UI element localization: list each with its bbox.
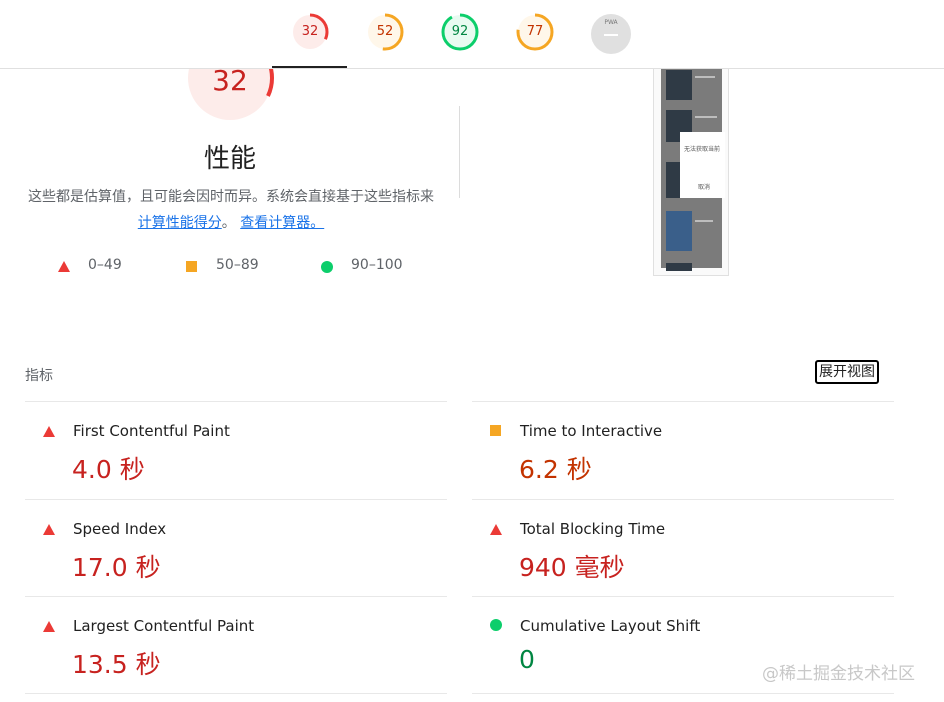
- metric-largest-contentful-paint: Largest Contentful Paint 13.5 秒: [25, 597, 447, 693]
- metric-first-contentful-paint: First Contentful Paint 4.0 秒: [25, 402, 447, 498]
- thumb-dialog: 无法获取当前 取消: [680, 132, 725, 198]
- fail-triangle-icon: [43, 621, 55, 632]
- metric-name: First Contentful Paint: [73, 422, 230, 440]
- watermark: @稀土掘金技术社区: [762, 664, 915, 684]
- metric-name: Total Blocking Time: [520, 520, 666, 538]
- best-practices-score: 92: [451, 24, 469, 39]
- fail-triangle-icon: [58, 261, 70, 272]
- section-divider: [459, 106, 460, 198]
- metric-time-to-interactive: Time to Interactive 6.2 秒: [472, 402, 894, 498]
- score-header: 32 52 92 77 PWA: [0, 0, 944, 69]
- average-square-icon: [490, 425, 501, 436]
- metric-value: 13.5 秒: [72, 650, 161, 679]
- average-square-icon: [186, 261, 197, 272]
- metric-value: 0: [519, 645, 535, 674]
- performance-gauge[interactable]: 32: [290, 12, 330, 52]
- metric-value: 940 毫秒: [519, 553, 625, 582]
- metric-value: 4.0 秒: [72, 455, 145, 484]
- seo-gauge[interactable]: 77: [515, 12, 555, 52]
- thumb-image: [666, 70, 692, 100]
- metric-name: Time to Interactive: [520, 422, 663, 440]
- accessibility-score: 52: [376, 24, 394, 39]
- calculator-link[interactable]: 查看计算器。: [240, 215, 324, 231]
- fail-triangle-icon: [43, 426, 55, 437]
- pwa-label: PWA: [604, 19, 618, 26]
- active-gauge-underline: [272, 66, 347, 68]
- description-separator: 。: [221, 215, 241, 231]
- fail-triangle-icon: [43, 524, 55, 535]
- best-practices-gauge[interactable]: 92: [440, 12, 480, 52]
- metrics-heading: 指标: [25, 368, 53, 384]
- pass-circle-icon: [490, 619, 502, 631]
- accessibility-gauge[interactable]: 52: [365, 12, 405, 52]
- metric-name: Speed Index: [73, 520, 167, 538]
- pass-circle-icon: [321, 261, 333, 273]
- row-divider: [472, 693, 894, 694]
- thumb-text-line: [695, 116, 717, 118]
- legend-average-label: 50–89: [216, 257, 259, 273]
- thumb-dialog-text: 无法获取当前: [684, 146, 721, 153]
- thumb-dialog-close: 取消: [698, 184, 711, 191]
- description-text: 这些都是估算值，且可能会因时而异。系统会直接基于这些指标来: [28, 189, 434, 205]
- performance-title: 性能: [203, 144, 256, 174]
- thumb-image: [666, 263, 692, 271]
- expand-view-button[interactable]: 展开视图: [815, 360, 879, 384]
- metric-name: Largest Contentful Paint: [73, 617, 255, 635]
- metric-total-blocking-time: Total Blocking Time 940 毫秒: [472, 500, 894, 596]
- metric-speed-index: Speed Index 17.0 秒: [25, 500, 447, 596]
- pwa-badge[interactable]: PWA: [591, 14, 631, 54]
- metric-value: 6.2 秒: [519, 455, 592, 484]
- seo-score: 77: [526, 24, 544, 39]
- fail-triangle-icon: [490, 524, 502, 535]
- score-calc-link[interactable]: 计算性能得分: [138, 215, 222, 231]
- thumb-text-line: [695, 76, 715, 78]
- legend-fail-label: 0–49: [88, 257, 122, 273]
- performance-score: 32: [301, 24, 319, 39]
- legend-pass-label: 90–100: [351, 257, 403, 273]
- metric-value: 17.0 秒: [72, 553, 161, 582]
- pwa-dash-icon: [604, 34, 618, 36]
- performance-description: 这些都是估算值，且可能会因时而异。系统会直接基于这些指标来计算性能得分。 查看计…: [25, 184, 437, 236]
- row-divider: [25, 693, 447, 694]
- thumb-text-line: [695, 220, 713, 222]
- metric-name: Cumulative Layout Shift: [520, 617, 701, 635]
- final-screenshot-thumbnail[interactable]: 无法获取当前 取消: [653, 68, 729, 276]
- thumb-image: [666, 211, 692, 251]
